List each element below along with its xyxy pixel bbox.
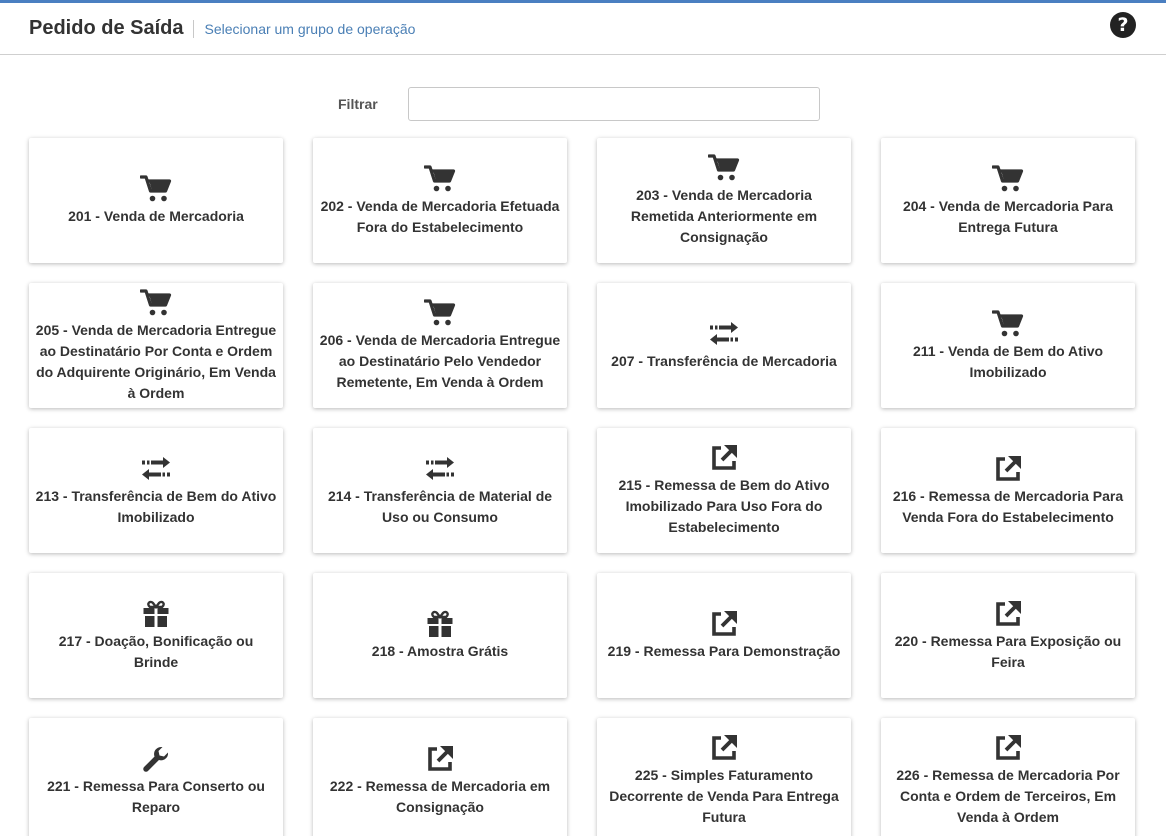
operation-label: 205 - Venda de Mercadoria Entregue ao De… [35, 321, 277, 401]
operation-card[interactable]: 217 - Doação, Bonificação ou Brinde [29, 573, 283, 698]
gift-icon [423, 609, 457, 639]
exchange-icon [707, 319, 741, 349]
operation-card[interactable]: 220 - Remessa Para Exposição ou Feira [881, 573, 1135, 698]
operation-label: 222 - Remessa de Mercadoria em Consignaç… [329, 777, 551, 815]
operation-card[interactable]: 205 - Venda de Mercadoria Entregue ao De… [29, 283, 283, 408]
operation-card[interactable]: 219 - Remessa Para Demonstração [597, 573, 851, 698]
operation-card[interactable]: 216 - Remessa de Mercadoria Para Venda F… [881, 428, 1135, 553]
external-link-icon [991, 599, 1025, 629]
operation-label: 226 - Remessa de Mercadoria Por Conta e … [896, 767, 1120, 825]
operation-label: 214 - Transferência de Material de Uso o… [327, 487, 553, 525]
operation-card[interactable]: 213 - Transferência de Bem do Ativo Imob… [29, 428, 283, 553]
operation-card[interactable]: 226 - Remessa de Mercadoria Por Conta e … [881, 718, 1135, 836]
operation-label: 215 - Remessa de Bem do Ativo Imobilizad… [618, 477, 830, 535]
operation-label: 219 - Remessa Para Demonstração [607, 643, 841, 659]
exchange-icon [423, 454, 457, 484]
cart-icon [139, 288, 173, 318]
operation-label: 201 - Venda de Mercadoria [68, 208, 244, 224]
page-subtitle: Selecionar um grupo de operação [204, 20, 416, 37]
operation-card[interactable]: 225 - Simples Faturamento Decorrente de … [597, 718, 851, 836]
operation-label: 220 - Remessa Para Exposição ou Feira [894, 632, 1122, 670]
cart-icon [139, 174, 173, 204]
cart-icon [991, 164, 1025, 194]
operation-label: 206 - Venda de Mercadoria Entregue ao De… [319, 332, 561, 390]
operation-card[interactable]: 221 - Remessa Para Conserto ou Reparo [29, 718, 283, 836]
operation-label: 207 - Transferência de Mercadoria [611, 353, 837, 369]
page-title: Pedido de Saída [29, 17, 184, 39]
cart-icon [707, 153, 741, 183]
title-separator [193, 19, 195, 38]
cart-icon [991, 309, 1025, 339]
operation-label: 213 - Transferência de Bem do Ativo Imob… [35, 487, 277, 525]
operation-label: 202 - Venda de Mercadoria Efetuada Fora … [320, 197, 560, 235]
operation-card[interactable]: 214 - Transferência de Material de Uso o… [313, 428, 567, 553]
operation-card[interactable]: 222 - Remessa de Mercadoria em Consignaç… [313, 718, 567, 836]
external-link-icon [991, 733, 1025, 763]
operation-label: 203 - Venda de Mercadoria Remetida Anter… [630, 187, 818, 245]
gift-icon [139, 599, 173, 629]
external-link-icon [991, 454, 1025, 484]
operation-label: 221 - Remessa Para Conserto ou Reparo [47, 777, 265, 815]
operation-label: 218 - Amostra Grátis [371, 643, 509, 659]
operation-card[interactable]: 203 - Venda de Mercadoria Remetida Anter… [597, 138, 851, 263]
help-icon[interactable]: ? [1110, 12, 1136, 38]
operation-label: 225 - Simples Faturamento Decorrente de … [609, 767, 839, 825]
operation-card[interactable]: 201 - Venda de Mercadoria [29, 138, 283, 263]
operation-card[interactable]: 202 - Venda de Mercadoria Efetuada Fora … [313, 138, 567, 263]
wrench-icon [139, 744, 173, 774]
filter-input[interactable] [408, 87, 820, 121]
operation-label: 211 - Venda de Bem do Ativo Imobilizado [912, 342, 1104, 380]
operation-grid: 201 - Venda de Mercadoria 202 - Venda de … [29, 138, 1135, 836]
cart-icon [423, 298, 457, 328]
operation-card[interactable]: 206 - Venda de Mercadoria Entregue ao De… [313, 283, 567, 408]
operation-label: 217 - Doação, Bonificação ou Brinde [58, 632, 254, 670]
external-link-icon [707, 443, 741, 473]
operation-label: 204 - Venda de Mercadoria Para Entrega F… [902, 197, 1114, 235]
operation-card[interactable]: 204 - Venda de Mercadoria Para Entrega F… [881, 138, 1135, 263]
operation-card[interactable]: 218 - Amostra Grátis [313, 573, 567, 698]
external-link-icon [707, 609, 741, 639]
external-link-icon [423, 744, 457, 774]
operation-card[interactable]: 207 - Transferência de Mercadoria [597, 283, 851, 408]
page-header: Pedido de Saída Selecionar um grupo de o… [0, 3, 1166, 55]
operation-label: 216 - Remessa de Mercadoria Para Venda F… [892, 487, 1124, 525]
filter-row: Filtrar [0, 87, 1166, 121]
cart-icon [423, 164, 457, 194]
operation-card[interactable]: 215 - Remessa de Bem do Ativo Imobilizad… [597, 428, 851, 553]
filter-label: Filtrar [338, 96, 378, 112]
external-link-icon [707, 733, 741, 763]
exchange-icon [139, 454, 173, 484]
operation-card[interactable]: 211 - Venda de Bem do Ativo Imobilizado [881, 283, 1135, 408]
